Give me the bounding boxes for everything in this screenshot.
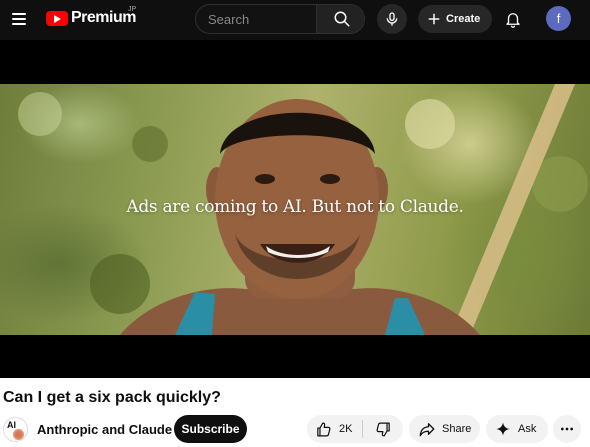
create-label: Create: [446, 13, 481, 25]
youtube-play-icon: [46, 10, 68, 26]
thumbs-down-icon: [376, 422, 390, 436]
share-button[interactable]: Share: [409, 415, 480, 443]
more-horizontal-icon: [561, 427, 573, 431]
account-avatar[interactable]: f: [546, 6, 571, 31]
video-overlay-text: Ads are coming to AI. But not to Claude.: [126, 197, 464, 217]
share-arrow-icon: [419, 423, 435, 437]
ask-button[interactable]: Ask: [486, 415, 548, 443]
youtube-premium-logo[interactable]: Premium: [46, 9, 136, 27]
share-label: Share: [442, 423, 472, 435]
bell-icon: [506, 13, 520, 28]
mic-icon: [386, 12, 398, 26]
video-title: Can I get a six pack quickly?: [3, 389, 221, 406]
search-button[interactable]: [316, 5, 364, 33]
subscribe-button[interactable]: Subscribe: [174, 415, 247, 443]
video-player[interactable]: Ads are coming to AI. But not to Claude.: [0, 40, 590, 378]
search-icon: [334, 11, 349, 27]
plus-icon: [428, 13, 440, 25]
top-bar: Premium JP Create f: [0, 0, 590, 40]
thumbs-up-icon: [317, 422, 331, 436]
search-input[interactable]: [196, 5, 316, 33]
dislike-button[interactable]: [363, 415, 403, 443]
channel-name[interactable]: Anthropic and Claude: [37, 422, 172, 437]
notifications-button[interactable]: [499, 5, 527, 33]
logo-text: Premium: [71, 9, 136, 26]
like-button[interactable]: 2K: [307, 415, 362, 443]
voice-search-button[interactable]: [377, 4, 407, 34]
create-button[interactable]: Create: [418, 5, 492, 33]
logo-region-code: JP: [128, 6, 137, 13]
channel-avatar[interactable]: AI: [3, 417, 28, 442]
sparkle-icon: [496, 422, 510, 436]
video-frame: Ads are coming to AI. But not to Claude.: [0, 84, 590, 335]
menu-icon[interactable]: [8, 5, 30, 33]
ask-label: Ask: [518, 423, 537, 435]
like-dislike-group: 2K: [307, 415, 403, 443]
more-actions-button[interactable]: [553, 415, 581, 443]
like-count: 2K: [339, 423, 353, 435]
search-bar: [195, 4, 365, 34]
claude-burst-icon: [12, 428, 25, 441]
